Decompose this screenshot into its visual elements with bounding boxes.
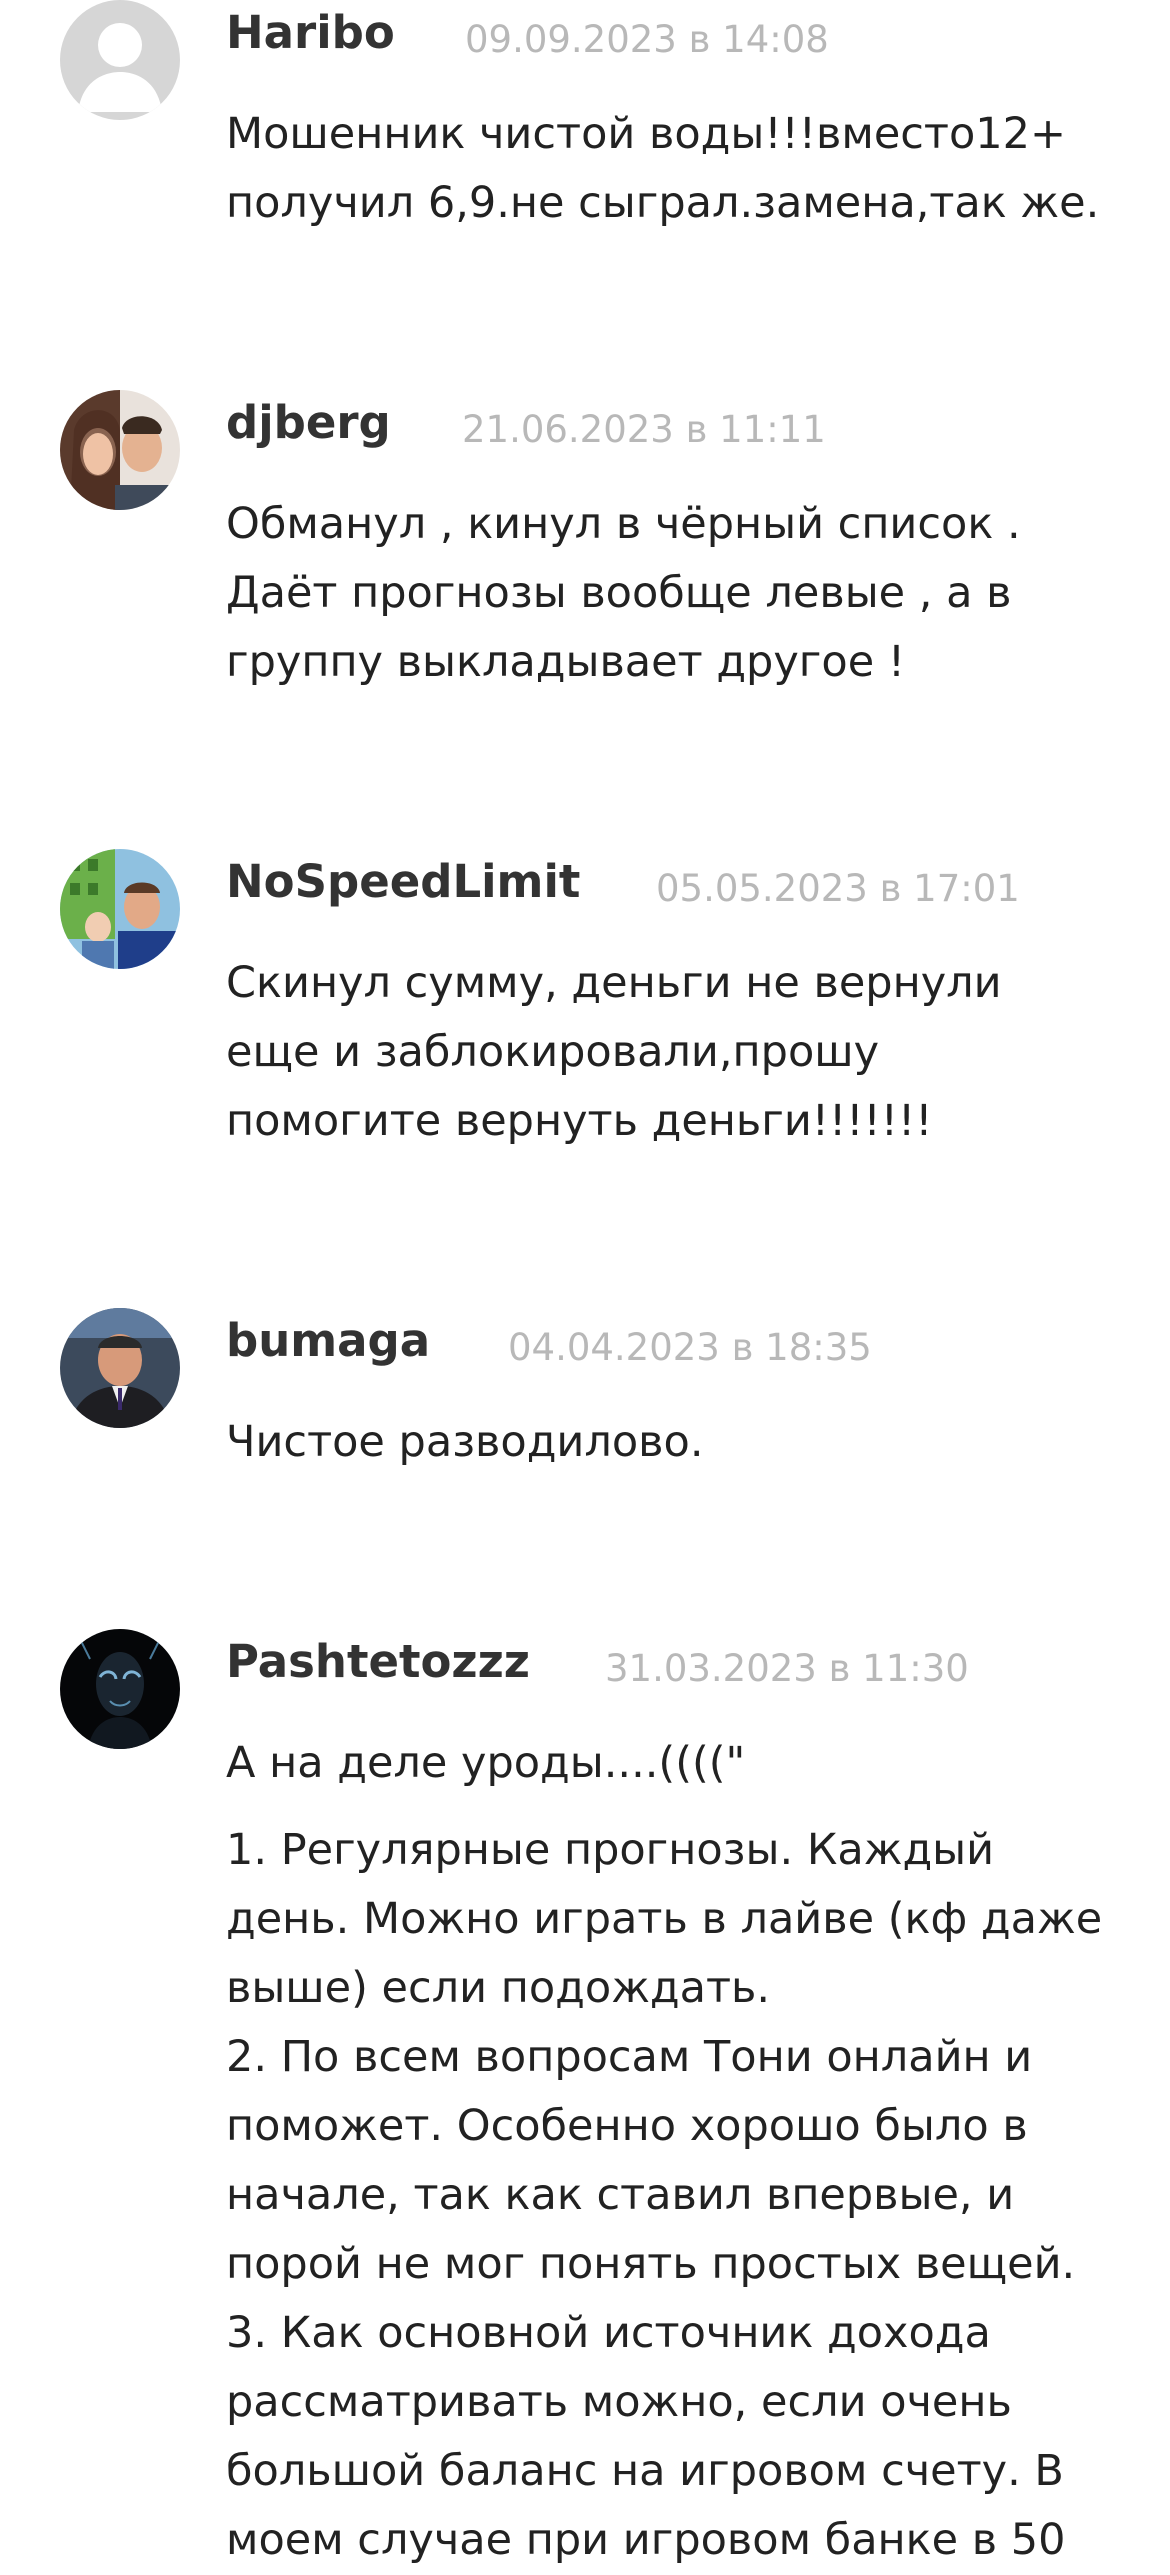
comment-line: 2. По всем вопросам Тони онлайн и bbox=[226, 2032, 1033, 2082]
comment-date: 09.09.2023 в 14:08 bbox=[465, 18, 829, 61]
comment-date: 21.06.2023 в 11:11 bbox=[462, 408, 826, 451]
comment-line: Чистое разводилово. bbox=[226, 1417, 704, 1467]
comment-line: помогите вернуть деньги!!!!!!! bbox=[226, 1096, 933, 1146]
comment-author[interactable]: bumaga bbox=[226, 1314, 430, 1367]
comment-line: получил 6,9.не сыграл.замена,так же. bbox=[226, 178, 1100, 228]
comment-line: начале, так как ставил впервые, и bbox=[226, 2170, 1015, 2220]
comment-line: день. Можно играть в лайве (кф даже bbox=[226, 1894, 1103, 1944]
comment-line: Мошенник чистой воды!!!вместо12+ bbox=[226, 109, 1067, 159]
comment-author[interactable]: djberg bbox=[226, 396, 391, 449]
comment-line: Даёт прогнозы вообще левые , а в bbox=[226, 568, 1012, 618]
comment-line: группу выкладывает другое ! bbox=[226, 637, 906, 687]
comment-date: 05.05.2023 в 17:01 bbox=[656, 867, 1020, 910]
comment-line: Скинул сумму, деньги не вернули bbox=[226, 958, 1002, 1008]
comment-author[interactable]: Pashtetozzz bbox=[226, 1635, 530, 1688]
comment-line: 1. Регулярные прогнозы. Каждый bbox=[226, 1825, 995, 1875]
avatar[interactable] bbox=[60, 1308, 180, 1428]
avatar[interactable] bbox=[60, 849, 180, 969]
comment-date: 31.03.2023 в 11:30 bbox=[605, 1647, 969, 1690]
comment-text: Обманул , кинул в чёрный список . Даёт п… bbox=[226, 490, 1126, 697]
comment-author[interactable]: NoSpeedLimit bbox=[226, 855, 580, 908]
man-photo-avatar bbox=[60, 1308, 180, 1428]
comment-line: моем случае при игровом банке в 50 bbox=[226, 2515, 1066, 2565]
comment-text: Чистое разводилово. bbox=[226, 1408, 1126, 1477]
comment-line: выше) если подождать. bbox=[226, 1963, 771, 2013]
comment-line: Обманул , кинул в чёрный список . bbox=[226, 499, 1021, 549]
dark-mask-avatar bbox=[60, 1629, 180, 1749]
comment-text: Скинул сумму, деньги не вернули еще и за… bbox=[226, 949, 1126, 1156]
default-user-icon bbox=[60, 0, 180, 120]
comment-line: поможет. Особенно хорошо было в bbox=[226, 2101, 1028, 2151]
comment-text: А на деле уроды....((((" 1. Регулярные п… bbox=[226, 1729, 1126, 2575]
comment-line: еще и заблокировали,прошу bbox=[226, 1027, 880, 1077]
avatar[interactable] bbox=[60, 390, 180, 510]
avatar[interactable] bbox=[60, 0, 180, 120]
comment-line: большой баланс на игровом счету. В bbox=[226, 2446, 1064, 2496]
comment-intro: А на деле уроды....((((" bbox=[226, 1738, 746, 1788]
couple-photo-avatar bbox=[60, 390, 180, 510]
comment-line: 3. Как основной источник дохода bbox=[226, 2308, 991, 2358]
comment-text: Мошенник чистой воды!!!вместо12+ получил… bbox=[226, 100, 1126, 238]
family-photo-avatar bbox=[60, 849, 180, 969]
comment-line: порой не мог понять простых вещей. bbox=[226, 2239, 1076, 2289]
comment-line: рассматривать можно, если очень bbox=[226, 2377, 1012, 2427]
avatar[interactable] bbox=[60, 1629, 180, 1749]
comment-author[interactable]: Haribo bbox=[226, 6, 395, 59]
comment-date: 04.04.2023 в 18:35 bbox=[508, 1326, 872, 1369]
